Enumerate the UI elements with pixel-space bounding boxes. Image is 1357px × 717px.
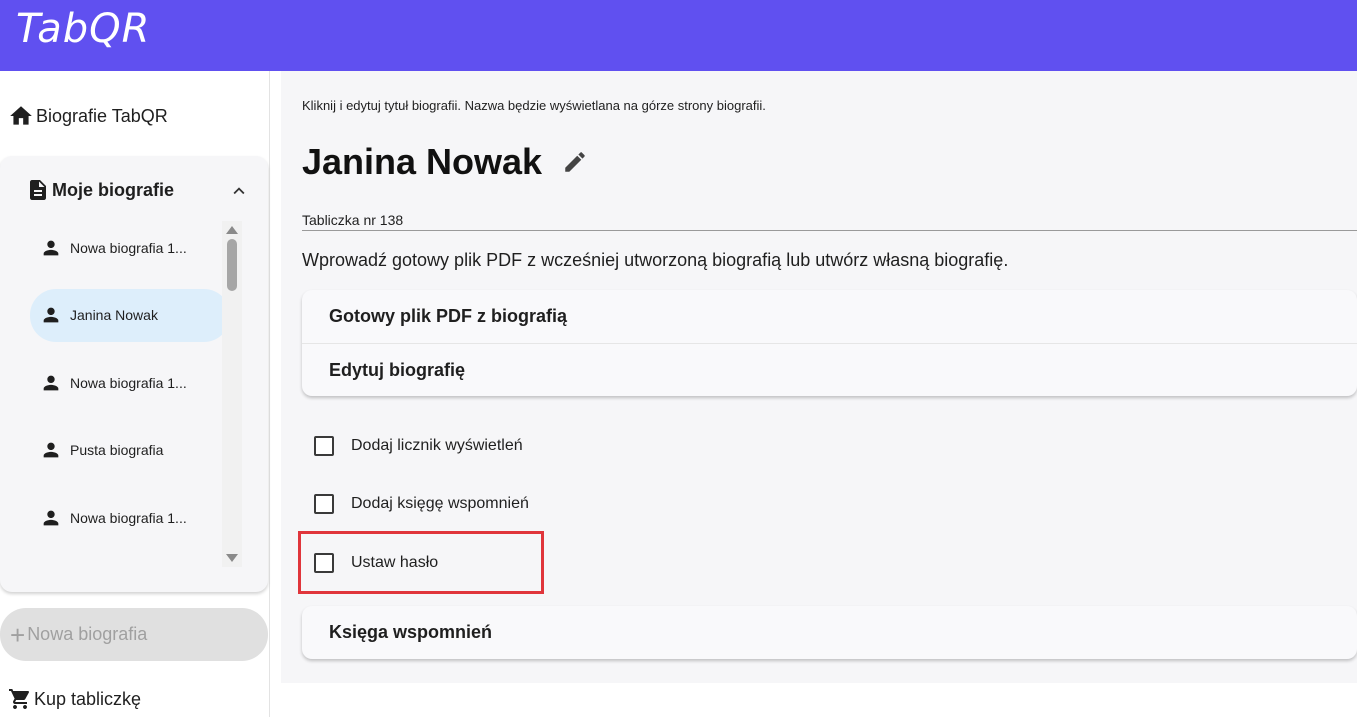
edit-section-header[interactable]: Edytuj biografię (302, 343, 1357, 396)
scroll-down-arrow-icon[interactable] (226, 554, 238, 562)
app-logo[interactable]: TabQR (16, 6, 150, 52)
biography-source-accordion: Gotowy plik PDF z biografią Edytuj biogr… (302, 290, 1357, 396)
person-icon (43, 510, 59, 525)
password-checkbox[interactable] (314, 553, 334, 573)
title-edit-hint: Kliknij i edytuj tytuł biografii. Nazwa … (302, 98, 766, 113)
document-icon (30, 180, 46, 200)
password-label: Ustaw hasło (351, 554, 439, 571)
password-option[interactable]: Ustaw hasło (314, 553, 438, 573)
my-biographies-header[interactable]: Moje biografie (26, 178, 256, 202)
chevron-up-icon[interactable] (228, 180, 250, 202)
biography-item-label: Pusta biografia (70, 442, 164, 458)
nav-buy-label: Kup tabliczkę (34, 688, 142, 709)
plus-icon: + (10, 619, 26, 650)
main-content: Kliknij i edytuj tytuł biografii. Nazwa … (281, 71, 1357, 683)
nav-home-biografie[interactable]: Biografie TabQR (8, 103, 168, 129)
person-icon (43, 240, 59, 255)
pdf-section-header[interactable]: Gotowy plik PDF z biografią (302, 290, 1357, 343)
pencil-icon[interactable] (562, 149, 588, 175)
person-icon (43, 375, 59, 390)
person-icon (43, 442, 59, 458)
new-biography-label: Nowa biografia (27, 624, 148, 644)
cart-icon (9, 689, 30, 709)
nav-home-label: Biografie TabQR (36, 105, 168, 126)
biography-title-text[interactable]: Janina Nowak (302, 141, 542, 183)
biography-list: Nowa biografia 1... Janina Nowak Nowa bi… (30, 221, 230, 559)
intro-text: Wprowadź gotowy plik PDF z wcześniej utw… (302, 250, 1009, 270)
biography-item-label: Janina Nowak (70, 307, 158, 323)
person-icon (43, 307, 59, 323)
biography-item-label: Nowa biografia 1... (70, 374, 187, 391)
view-counter-checkbox[interactable] (314, 436, 334, 456)
biography-item[interactable]: Nowa biografia 1... (30, 491, 230, 544)
view-counter-label: Dodaj licznik wyświetleń (351, 437, 523, 454)
app-bar: TabQR (0, 0, 1357, 71)
biography-item[interactable]: Nowa biografia 1... (30, 221, 230, 274)
guestbook-checkbox[interactable] (314, 494, 334, 514)
guestbook-accordion: Księga wspomnień (302, 606, 1357, 659)
biography-list-scrollbar[interactable] (222, 221, 242, 567)
scroll-thumb[interactable] (227, 239, 237, 291)
sidebar: Biografie TabQR Moje biografie Nowa biog… (0, 71, 270, 717)
view-counter-option[interactable]: Dodaj licznik wyświetleń (314, 436, 523, 456)
my-biographies-panel: Moje biografie Nowa biografia 1... Janin… (0, 156, 268, 592)
plate-number: Tabliczka nr 138 (302, 212, 1357, 231)
new-biography-button[interactable]: + Nowa biografia (0, 608, 268, 661)
guestbook-section-header[interactable]: Księga wspomnień (302, 606, 1357, 659)
guestbook-label: Dodaj księgę wspomnień (351, 495, 529, 512)
biography-item[interactable]: Nowa biografia 1... (30, 356, 230, 409)
biography-item-active[interactable]: Janina Nowak (30, 288, 230, 342)
biography-item-label: Nowa biografia 1... (70, 509, 187, 526)
nav-buy-plate[interactable]: Kup tabliczkę (8, 687, 141, 711)
my-biographies-title: Moje biografie (52, 179, 175, 200)
biography-item[interactable]: Pusta biografia (30, 424, 230, 477)
biography-item-label: Nowa biografia 1... (70, 239, 187, 256)
scroll-up-arrow-icon[interactable] (226, 226, 238, 234)
biography-title[interactable]: Janina Nowak (302, 141, 588, 183)
guestbook-option[interactable]: Dodaj księgę wspomnień (314, 494, 529, 514)
home-icon (10, 106, 32, 125)
